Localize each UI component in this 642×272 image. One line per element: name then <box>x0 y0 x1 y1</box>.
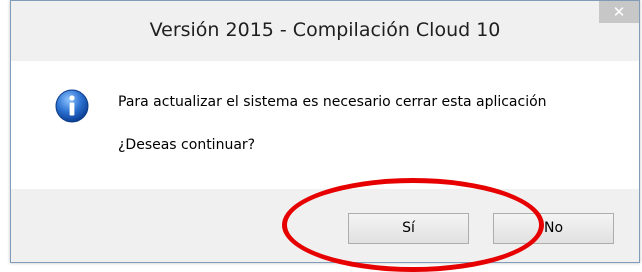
yes-button[interactable]: Sí <box>348 213 469 244</box>
dialog-window: Versión 2015 - Compilación Cloud 10 ✕ Pa… <box>10 0 640 263</box>
message-area: Para actualizar el sistema es necesario … <box>11 61 639 189</box>
window-title: Versión 2015 - Compilación Cloud 10 <box>149 19 501 41</box>
question-text: ¿Deseas continuar? <box>118 137 256 153</box>
close-button[interactable]: ✕ <box>599 1 639 23</box>
close-icon: ✕ <box>612 3 626 21</box>
info-icon <box>55 89 89 123</box>
title-bar[interactable]: Versión 2015 - Compilación Cloud 10 ✕ <box>11 1 639 61</box>
message-text: Para actualizar el sistema es necesario … <box>118 94 547 110</box>
button-bar: Sí No <box>11 189 639 262</box>
no-button[interactable]: No <box>493 213 614 244</box>
